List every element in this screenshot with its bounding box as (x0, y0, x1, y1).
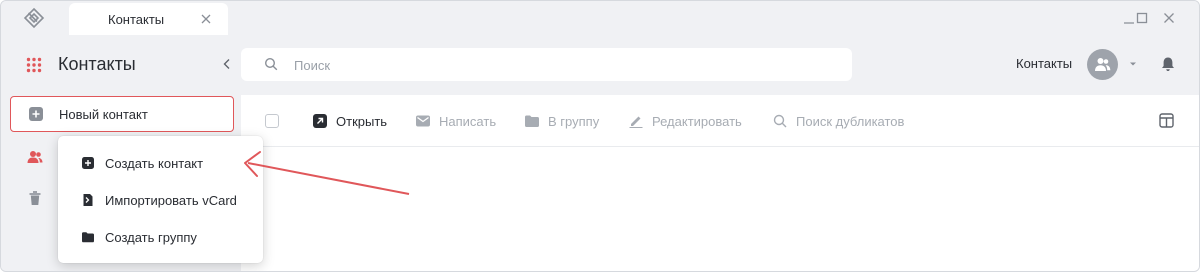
chevron-left-icon[interactable] (220, 57, 234, 71)
plus-square-icon (29, 107, 43, 121)
open-external-icon (313, 114, 327, 128)
pencil-icon (629, 116, 643, 128)
open-button[interactable]: Открыть (313, 113, 387, 129)
apps-grid-icon[interactable] (26, 57, 42, 73)
menu-item-create-group[interactable]: Создать группу (58, 220, 263, 254)
window-close-icon[interactable] (1161, 10, 1177, 26)
menu-item-label: Создать группу (105, 230, 197, 245)
add-contact-icon (82, 157, 94, 169)
menu-item-label: Импортировать vCard (105, 193, 237, 208)
contacts-content: Открыть Написать В группу Редактировать … (241, 95, 1199, 271)
to-group-button[interactable]: В группу (525, 113, 599, 129)
search-bar[interactable] (241, 48, 852, 81)
write-label: Написать (439, 113, 497, 129)
search-icon (264, 57, 278, 71)
open-label: Открыть (336, 113, 388, 129)
title-bar: Контакты (1, 1, 1199, 35)
folder-icon (82, 232, 94, 243)
select-all-checkbox[interactable] (265, 114, 279, 128)
to-group-label: В группу (548, 113, 600, 129)
find-duplicates-button[interactable]: Поиск дубликатов (773, 113, 904, 129)
import-file-icon (83, 194, 93, 206)
search-input[interactable] (294, 55, 814, 75)
menu-item-import-vcard[interactable]: Импортировать vCard (58, 183, 263, 217)
edit-label: Редактировать (652, 113, 742, 129)
app-window: Контакты Контакты Новый контакт Поиск Ко… (0, 0, 1200, 272)
user-group-icon (1095, 58, 1111, 71)
folder-icon (525, 115, 539, 127)
new-contact-button[interactable]: Новый контакт (10, 96, 234, 132)
menu-item-label: Создать контакт (105, 156, 204, 171)
layout-panel-icon[interactable] (1159, 113, 1174, 128)
trash-icon[interactable] (27, 190, 43, 206)
tab-label: Контакты (108, 12, 165, 27)
contacts-icon[interactable] (27, 149, 43, 165)
close-icon[interactable] (200, 13, 212, 25)
app-logo-icon (23, 7, 45, 29)
avatar[interactable] (1087, 49, 1118, 80)
mail-icon (416, 115, 430, 127)
chevron-down-icon[interactable] (1128, 60, 1138, 68)
main-panel: Контакты (241, 35, 1199, 271)
bell-icon[interactable] (1160, 56, 1176, 72)
tab-contacts[interactable]: Контакты (69, 3, 228, 35)
toolbar: Открыть Написать В группу Редактировать … (241, 95, 1199, 147)
sidebar-title: Контакты (58, 54, 136, 74)
write-button[interactable]: Написать (416, 113, 496, 129)
new-contact-menu: Создать контакт Импортировать vCard Созд… (58, 136, 263, 263)
search-icon (773, 114, 787, 128)
new-contact-label: Новый контакт (59, 107, 148, 122)
maximize-icon[interactable] (1134, 10, 1150, 26)
find-duplicates-label: Поиск дубликатов (796, 113, 905, 129)
menu-item-create-contact[interactable]: Создать контакт (58, 146, 263, 180)
section-label[interactable]: Контакты (1016, 56, 1072, 71)
edit-button[interactable]: Редактировать (629, 113, 742, 129)
